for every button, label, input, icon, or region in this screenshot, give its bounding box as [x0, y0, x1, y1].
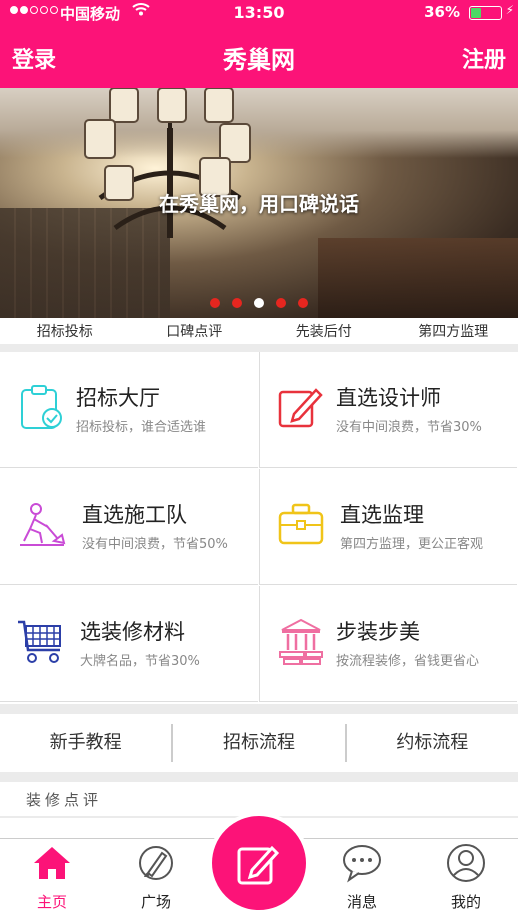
- tab-profile[interactable]: 我的: [414, 839, 518, 920]
- carousel-dot-active[interactable]: [254, 298, 264, 308]
- tab-label: 广场: [140, 893, 171, 911]
- process-links: 新手教程 招标流程 约标流程: [0, 714, 518, 772]
- reviews-label: 装修点评: [26, 791, 103, 809]
- post-button[interactable]: [208, 812, 310, 914]
- carousel-dot[interactable]: [276, 298, 286, 308]
- register-button[interactable]: 注册: [462, 42, 506, 74]
- beginner-tutorial-link[interactable]: 新手教程: [0, 724, 171, 762]
- tab-label: 我的: [450, 893, 481, 911]
- grid-subtitle: 没有中间浪费，节省30%: [336, 420, 482, 435]
- shopping-cart-icon: [18, 620, 61, 663]
- top-bar: 中国移动 13:50 36% ⚡ 登录 秀巢网 注册: [0, 0, 518, 88]
- feature-strip: 招标投标 口碑点评 先装后付 第四方监理: [0, 318, 518, 344]
- grid-supervisor[interactable]: 直选监理 第四方监理，更公正客观: [259, 469, 517, 585]
- battery-percent: 36%: [424, 3, 460, 21]
- grid-step-by-step[interactable]: 步装步美 按流程装修，省钱更省心: [259, 586, 517, 702]
- grid-subtitle: 大牌名品，节省30%: [80, 654, 200, 669]
- grid-title: 招标大厅: [76, 386, 160, 410]
- grid-title: 直选施工队: [82, 503, 187, 527]
- grid-subtitle: 招标投标，谁合适选谁: [76, 420, 207, 435]
- grid-construction-team[interactable]: 直选施工队 没有中间浪费，节省50%: [0, 469, 258, 585]
- feature-supervision: 第四方监理: [418, 324, 489, 340]
- feature-reviews: 口碑点评: [166, 324, 223, 340]
- carousel-dot[interactable]: [210, 298, 220, 308]
- grid-materials[interactable]: 选装修材料 大牌名品，节省30%: [0, 586, 258, 702]
- appointment-process-link[interactable]: 约标流程: [344, 724, 518, 762]
- chandelier-image: [84, 88, 251, 238]
- tab-label: 主页: [36, 893, 67, 911]
- charging-icon: ⚡: [505, 3, 514, 17]
- banner-slogan: 在秀巢网，用口碑说话: [159, 192, 359, 216]
- grid-title: 直选监理: [340, 503, 424, 527]
- carousel-indicator[interactable]: [0, 298, 518, 308]
- worker-shovel-icon: [20, 503, 66, 546]
- edit-pen-icon: [278, 388, 323, 428]
- reviews-section-header: 装修点评: [0, 782, 518, 816]
- grid-subtitle: 没有中间浪费，节省50%: [82, 537, 228, 552]
- carousel-dot[interactable]: [232, 298, 242, 308]
- status-bar: 中国移动 13:50 36% ⚡: [0, 0, 518, 26]
- carousel-dot[interactable]: [298, 298, 308, 308]
- grid-subtitle: 按流程装修，省钱更省心: [336, 654, 480, 669]
- briefcase-icon: [278, 503, 324, 545]
- home-icon: [34, 847, 70, 879]
- feature-pay-later: 先装后付: [295, 324, 352, 340]
- feature-bidding: 招标投标: [36, 324, 93, 340]
- user-icon: [447, 844, 485, 882]
- battery-icon: [469, 6, 502, 20]
- tab-messages[interactable]: 消息: [310, 839, 414, 920]
- banner-carousel[interactable]: 在秀巢网，用口碑说话: [0, 88, 518, 318]
- app-title: 秀巢网: [223, 46, 295, 74]
- tab-square[interactable]: 广场: [104, 839, 208, 920]
- grid-title: 选装修材料: [80, 620, 185, 644]
- building-steps-icon: [279, 618, 323, 665]
- grid-title: 直选设计师: [336, 386, 441, 410]
- clipboard-check-icon: [21, 385, 62, 429]
- service-grid: 招标大厅 招标投标，谁合适选谁 直选设计师 没有中间浪费，节省30% 直选施工队…: [0, 352, 518, 704]
- bidding-process-link[interactable]: 招标流程: [171, 724, 344, 762]
- grid-subtitle: 第四方监理，更公正客观: [340, 537, 484, 552]
- tab-home[interactable]: 主页: [0, 839, 104, 920]
- chat-bubble-icon: [343, 845, 381, 883]
- grid-designer[interactable]: 直选设计师 没有中间浪费，节省30%: [259, 352, 517, 468]
- grid-bidding-hall[interactable]: 招标大厅 招标投标，谁合适选谁: [0, 352, 258, 468]
- brush-icon: [139, 846, 173, 880]
- grid-title: 步装步美: [336, 620, 420, 644]
- edit-icon: [237, 845, 280, 885]
- tab-label: 消息: [346, 893, 377, 911]
